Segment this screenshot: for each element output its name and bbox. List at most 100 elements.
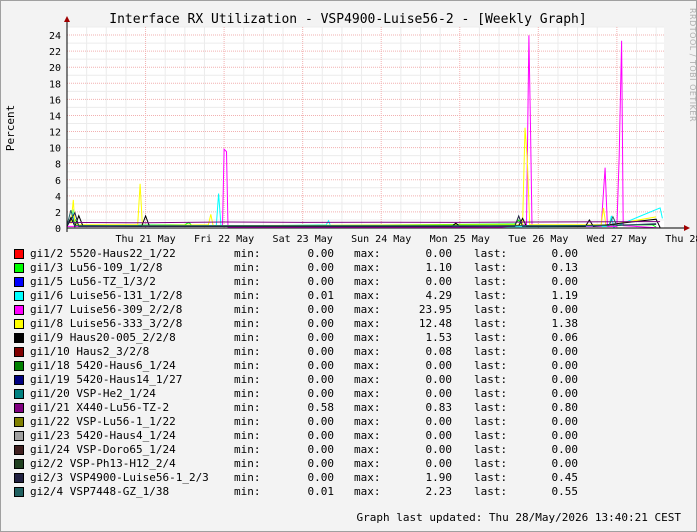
legend-last-label: last: <box>474 387 508 400</box>
legend-max-value: 0.00 <box>425 359 453 372</box>
y-tick-label: 8 <box>55 160 61 171</box>
legend-row: gi2/4 VSP7448-GZ_1/38 min: 0.01 max: 2.23 las… <box>14 485 614 499</box>
plot-background <box>67 27 664 228</box>
legend-last-label: last: <box>474 401 508 414</box>
legend-swatch <box>14 277 24 287</box>
y-axis-label: Percent <box>4 105 17 151</box>
legend-min-value: 0.00 <box>307 415 335 428</box>
legend-min-value: 0.01 <box>307 289 335 302</box>
legend-row: gi1/10 Haus2_3/2/8 min: 0.00 max: 0.08 last: 0… <box>14 345 614 359</box>
legend-min-value: 0.00 <box>307 457 335 470</box>
legend-min-value: 0.58 <box>307 401 335 414</box>
legend-last-value: 0.13 <box>551 261 579 274</box>
y-tick-label: 16 <box>49 95 61 106</box>
legend-min-value: 0.00 <box>307 331 335 344</box>
legend-row: gi1/2 5520-Haus22_1/22 min: 0.00 max: 0.00 la… <box>14 247 614 261</box>
legend-row: gi1/19 5420-Haus14_1/27 min: 0.00 max: 0.00 l… <box>14 373 614 387</box>
legend-max-value: 1.53 <box>425 331 453 344</box>
legend-min-label: min: <box>234 373 261 386</box>
legend-swatch <box>14 263 24 273</box>
legend-series-name: gi1/8 Luise56-333_3/2/8 <box>30 317 183 330</box>
legend-max-label: max: <box>354 247 381 260</box>
legend-min-label: min: <box>234 275 261 288</box>
legend-last-value: 0.00 <box>551 303 579 316</box>
legend-max-label: max: <box>354 373 381 386</box>
legend-last-label: last: <box>474 359 508 372</box>
legend-max-label: max: <box>354 443 381 456</box>
legend-last-value: 1.19 <box>551 289 579 302</box>
legend-last-value: 0.00 <box>551 275 579 288</box>
legend-swatch <box>14 417 24 427</box>
legend-swatch <box>14 473 24 483</box>
legend-last-label: last: <box>474 317 508 330</box>
legend-min-value: 0.00 <box>307 359 335 372</box>
legend-max-value: 0.83 <box>425 401 453 414</box>
legend-min-value: 0.00 <box>307 303 335 316</box>
legend-max-value: 23.95 <box>418 303 452 316</box>
legend-max-label: max: <box>354 429 381 442</box>
legend-last-value: 0.00 <box>551 345 579 358</box>
last-updated: Graph last updated: Thu 28/May/2026 13:4… <box>356 511 681 524</box>
legend-row: gi1/18 5420-Haus6_1/24 min: 0.00 max: 0.00 la… <box>14 359 614 373</box>
y-tick-label: 2 <box>55 208 61 219</box>
legend-swatch <box>14 445 24 455</box>
legend-last-label: last: <box>474 471 508 484</box>
y-axis-arrow <box>64 16 70 22</box>
legend-series-name: gi1/5 Lu56-TZ_1/3/2 <box>30 275 156 288</box>
legend-swatch <box>14 319 24 329</box>
legend-last-value: 0.00 <box>551 443 579 456</box>
legend-swatch <box>14 291 24 301</box>
legend-min-label: min: <box>234 415 261 428</box>
legend-max-label: max: <box>354 415 381 428</box>
legend-series-name: gi2/4 VSP7448-GZ_1/38 <box>30 485 170 498</box>
legend-max-label: max: <box>354 261 381 274</box>
y-tick-label: 4 <box>55 192 61 203</box>
y-tick-label: 0 <box>55 224 61 235</box>
legend-last-value: 0.80 <box>551 401 579 414</box>
legend-last-label: last: <box>474 247 508 260</box>
legend-row: gi1/7 Luise56-309_2/2/8 min: 0.00 max: 23.95… <box>14 303 614 317</box>
legend-last-value: 0.45 <box>551 471 579 484</box>
legend-last-label: last: <box>474 261 508 274</box>
legend-min-label: min: <box>234 247 261 260</box>
legend-row: gi1/8 Luise56-333_3/2/8 min: 0.00 max: 12.48… <box>14 317 614 331</box>
legend-last-label: last: <box>474 415 508 428</box>
legend-max-value: 12.48 <box>418 317 452 330</box>
rrdtool-watermark: RRDTOOL / TOBI OETIKER <box>688 8 697 123</box>
legend-last-value: 0.00 <box>551 415 579 428</box>
y-tick-label: 10 <box>49 144 61 155</box>
legend-swatch <box>14 249 24 259</box>
legend-min-label: min: <box>234 401 261 414</box>
legend-min-label: min: <box>234 345 261 358</box>
legend-last-value: 0.00 <box>551 247 579 260</box>
legend-min-value: 0.00 <box>307 261 335 274</box>
legend-min-value: 0.01 <box>307 485 335 498</box>
legend-row: gi1/9 Haus20-005_2/2/8 min: 0.00 max: 1.53 la… <box>14 331 614 345</box>
y-tick-label: 22 <box>49 47 61 58</box>
legend-max-label: max: <box>354 275 381 288</box>
legend-max-value: 0.00 <box>425 373 453 386</box>
legend-row: gi1/23 5420-Haus4_1/24 min: 0.00 max: 0.00 la… <box>14 429 614 443</box>
x-axis-arrow <box>684 225 690 231</box>
x-tick-label: Thu 21 May <box>115 234 175 245</box>
legend-min-value: 0.00 <box>307 443 335 456</box>
legend-series-name: gi1/9 Haus20-005_2/2/8 <box>30 331 176 344</box>
legend-swatch <box>14 459 24 469</box>
legend-max-label: max: <box>354 317 381 330</box>
legend-row: gi2/3 VSP4900-Luise56-1_2/3 min: 0.00 max: 1… <box>14 471 614 485</box>
legend-last-value: 0.00 <box>551 359 579 372</box>
legend-swatch <box>14 403 24 413</box>
x-tick-label: Wed 27 May <box>587 234 647 245</box>
legend-min-value: 0.00 <box>307 275 335 288</box>
legend-series-name: gi1/24 VSP-Doro65_1/24 <box>30 443 176 456</box>
legend-last-label: last: <box>474 485 508 498</box>
legend-max-label: max: <box>354 331 381 344</box>
legend-row: gi1/6 Luise56-131_1/2/8 min: 0.01 max: 4.29 l… <box>14 289 614 303</box>
legend-min-label: min: <box>234 485 261 498</box>
legend-min-label: min: <box>234 331 261 344</box>
legend-series-name: gi1/18 5420-Haus6_1/24 <box>30 359 176 372</box>
legend-swatch <box>14 333 24 343</box>
legend-max-label: max: <box>354 401 381 414</box>
chart-area: Interface RX Utilization - VSP4900-Luise… <box>4 12 697 245</box>
legend-series-name: gi2/2 VSP-Ph13-H12_2/4 <box>30 457 176 470</box>
